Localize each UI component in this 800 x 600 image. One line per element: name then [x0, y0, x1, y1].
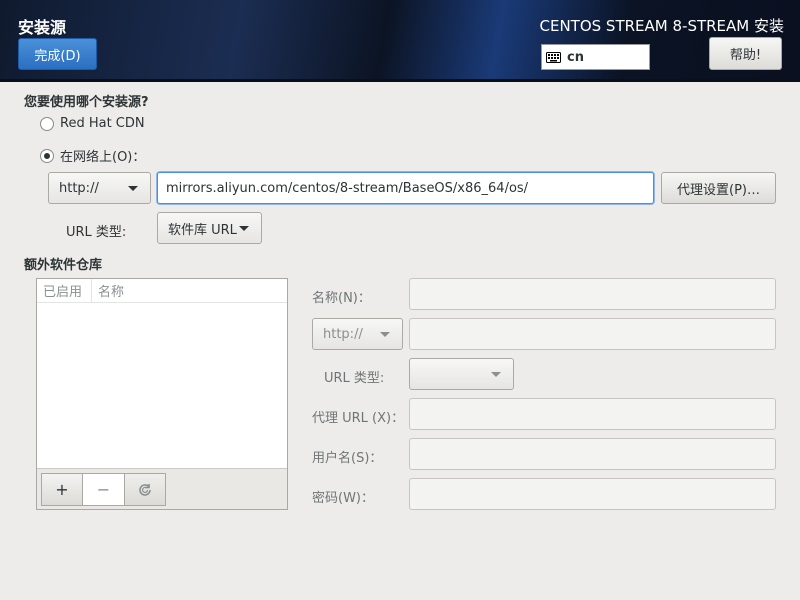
radio-on-network[interactable]: 在网络上(O)：: [40, 146, 145, 165]
repo-list[interactable]: 已启用 名称 + −: [36, 278, 288, 510]
url-type-label: URL 类型:: [66, 225, 127, 240]
protocol-combobox[interactable]: http://: [48, 172, 151, 204]
radio-red-hat-cdn[interactable]: Red Hat CDN: [40, 116, 145, 131]
page-title: 安装源: [18, 18, 67, 37]
repo-list-header: 已启用 名称: [37, 279, 287, 303]
add-repo-button[interactable]: +: [41, 473, 83, 506]
repo-name-input[interactable]: [409, 278, 776, 310]
source-question: 您要使用哪个安装源?: [24, 95, 149, 110]
username-label: 用户名(S)：: [312, 451, 383, 466]
help-button[interactable]: 帮助!: [709, 37, 782, 70]
repo-toolbar: + −: [37, 468, 287, 509]
done-button[interactable]: 完成(D): [18, 38, 97, 70]
keyboard-layout-label: cn: [567, 49, 584, 65]
keyboard-layout-indicator[interactable]: cn: [541, 44, 650, 70]
protocol-value: http://: [59, 180, 99, 196]
refresh-icon: [139, 483, 151, 496]
repo-url-type-combobox[interactable]: [409, 358, 514, 390]
repo-name-label: 名称(N)：: [312, 291, 371, 306]
header-bar: [0, 0, 800, 82]
url-type-value: 软件库 URL: [168, 222, 237, 238]
url-type-combobox[interactable]: 软件库 URL: [157, 212, 262, 244]
repo-url-type-label: URL 类型:: [324, 371, 385, 386]
radio-label: 在网络上(O)：: [60, 150, 146, 165]
proxy-settings-button[interactable]: 代理设置(P)…: [661, 172, 776, 204]
proxy-url-label: 代理 URL (X)：: [312, 411, 405, 426]
product-title: CENTOS STREAM 8-STREAM 安装: [539, 17, 785, 35]
password-input[interactable]: [409, 478, 776, 510]
password-label: 密码(W)：: [312, 491, 374, 506]
refresh-repo-button[interactable]: [124, 473, 166, 506]
radio-label: Red Hat CDN: [60, 116, 145, 131]
radio-button[interactable]: [40, 148, 54, 163]
keyboard-icon: [546, 51, 561, 63]
url-input[interactable]: mirrors.aliyun.com/centos/8-stream/BaseO…: [157, 172, 654, 204]
repo-protocol-value: http://: [323, 326, 363, 342]
extra-repos-label: 额外软件仓库: [24, 258, 103, 273]
chevron-down-icon: [128, 186, 138, 191]
radio-button[interactable]: [40, 116, 54, 131]
repo-protocol-combobox[interactable]: http://: [312, 318, 403, 350]
chevron-down-icon: [491, 372, 501, 377]
chevron-down-icon: [239, 226, 249, 231]
chevron-down-icon: [380, 332, 390, 337]
column-header-name[interactable]: 名称: [92, 279, 124, 302]
username-input[interactable]: [409, 438, 776, 470]
repo-url-input[interactable]: [409, 318, 776, 350]
proxy-url-input[interactable]: [409, 398, 776, 430]
column-header-enabled[interactable]: 已启用: [37, 279, 92, 302]
remove-repo-button[interactable]: −: [83, 473, 125, 506]
